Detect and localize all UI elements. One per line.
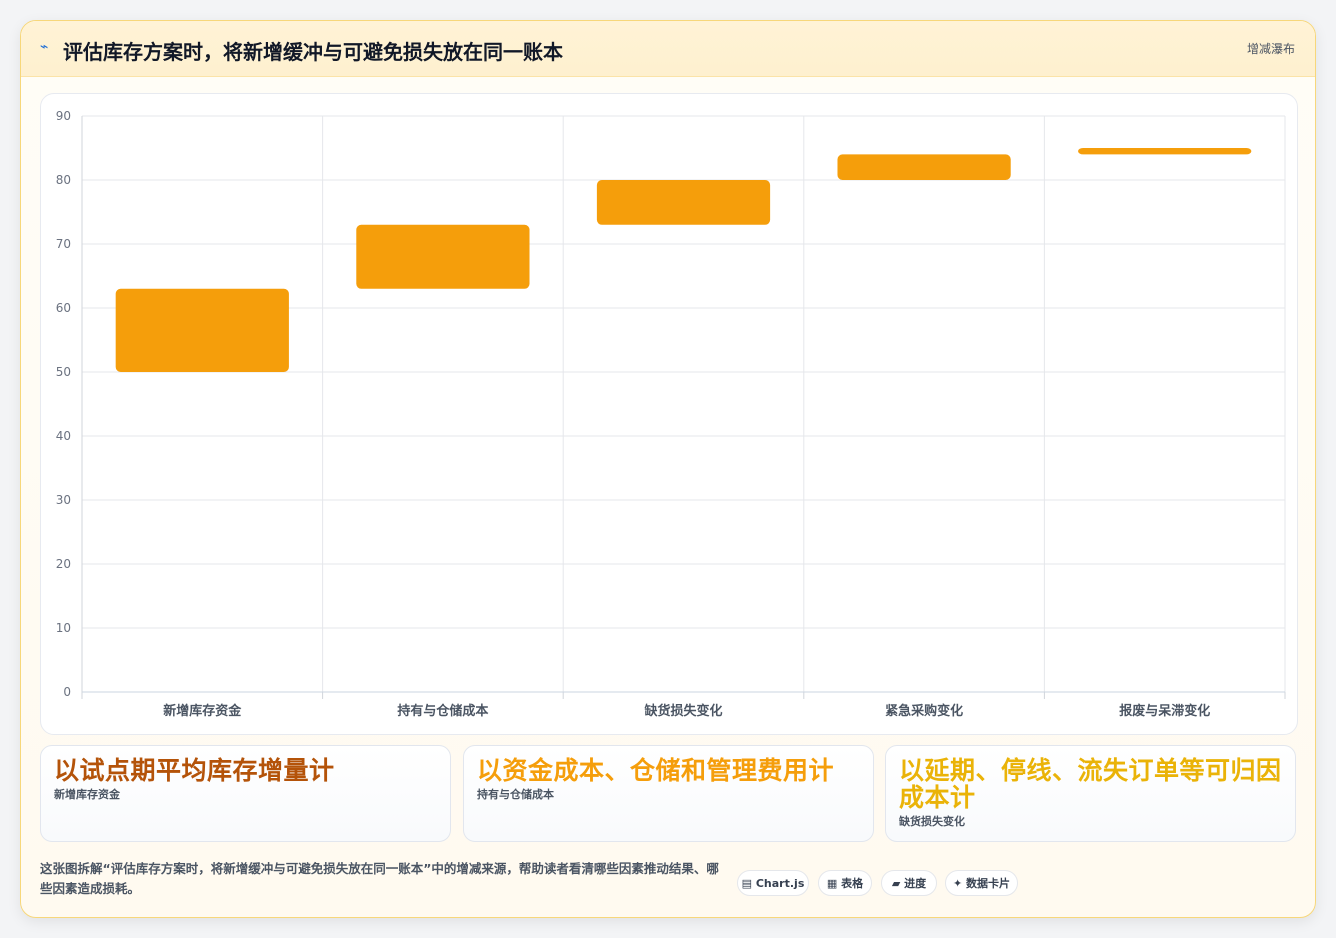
page-title: 评估库存方案时，将新增缓冲与可避免损失放在同一账本 bbox=[63, 40, 563, 64]
chart-icon: ▤ bbox=[741, 877, 753, 890]
chip-table[interactable]: ▦ 表格 bbox=[818, 870, 872, 896]
progress-icon: ▰ bbox=[891, 877, 901, 890]
x-tick-label: 紧急采购变化 bbox=[885, 703, 963, 719]
chart-panel: 0 10 20 30 40 50 60 70 80 90 新增库存资金 持有与仓储成本 缺货损失变化 紧急… bbox=[40, 93, 1298, 735]
x-tick-label: 持有与仓储成本 bbox=[397, 703, 488, 719]
chip-chartjs[interactable]: ▤ Chart.js bbox=[737, 870, 809, 896]
y-tick-label: 40 bbox=[56, 429, 71, 443]
chip-label: 进度 bbox=[904, 877, 927, 890]
chart-line-icon: ⌁ bbox=[40, 39, 49, 55]
stat-value: 以延期、停线、流失订单等可归因成本计 bbox=[899, 756, 1282, 812]
stat-value: 以资金成本、仓储和管理费用计 bbox=[477, 756, 835, 785]
chip-label: Chart.js bbox=[755, 877, 805, 890]
stat-label: 持有与仓储成本 bbox=[477, 788, 554, 801]
waterfall-bar bbox=[356, 224, 530, 289]
table-icon: ▦ bbox=[826, 877, 838, 890]
y-tick-label: 10 bbox=[56, 621, 71, 635]
chip-progress[interactable]: ▰ 进度 bbox=[881, 870, 937, 896]
stat-card-3: 以延期、停线、流失订单等可归因成本计 缺货损失变化 bbox=[885, 745, 1296, 842]
y-tick-label: 90 bbox=[56, 109, 71, 123]
report-card: ⌁ 评估库存方案时，将新增缓冲与可避免损失放在同一账本 增减瀑布 0 10 20 30… bbox=[20, 20, 1316, 918]
stat-card-2: 以资金成本、仓储和管理费用计 持有与仓储成本 bbox=[463, 745, 874, 842]
chip-data-card[interactable]: ✦ 数据卡片 bbox=[945, 870, 1018, 896]
chip-label: 表格 bbox=[841, 877, 864, 890]
y-tick-label: 60 bbox=[56, 301, 71, 315]
stat-card-1: 以试点期平均库存增量计 新增库存资金 bbox=[40, 745, 451, 842]
waterfall-chart: 0 10 20 30 40 50 60 70 80 90 新增库存资金 持有与仓储成本 缺货损失变化 紧急… bbox=[56, 109, 1286, 719]
waterfall-bar bbox=[596, 180, 771, 225]
chart-description: 这张图拆解“评估库存方案时，将新增缓冲与可避免损失放在同一账本”中的增减来源，帮… bbox=[40, 861, 719, 896]
chart-type-tag: 增减瀑布 bbox=[1246, 42, 1295, 56]
waterfall-bar bbox=[1078, 148, 1252, 155]
stat-label: 缺货损失变化 bbox=[899, 815, 965, 828]
stat-label: 新增库存资金 bbox=[54, 788, 120, 801]
y-tick-label: 70 bbox=[56, 237, 71, 251]
sparkle-icon: ✦ bbox=[952, 877, 963, 890]
waterfall-bar bbox=[837, 154, 1011, 180]
chip-label: 数据卡片 bbox=[966, 877, 1011, 890]
card-header: ⌁ 评估库存方案时，将新增缓冲与可避免损失放在同一账本 增减瀑布 bbox=[21, 21, 1315, 77]
y-tick-label: 50 bbox=[56, 365, 71, 379]
x-tick-label: 报废与呆滞变化 bbox=[1119, 703, 1210, 719]
x-tick-label: 新增库存资金 bbox=[163, 703, 242, 719]
waterfall-bar bbox=[115, 288, 289, 372]
y-tick-label: 20 bbox=[56, 557, 71, 571]
stat-value: 以试点期平均库存增量计 bbox=[54, 756, 335, 785]
y-tick-label: 80 bbox=[56, 173, 71, 187]
y-tick-label: 0 bbox=[63, 685, 71, 699]
y-tick-label: 30 bbox=[56, 493, 71, 507]
x-tick-label: 缺货损失变化 bbox=[643, 703, 722, 719]
